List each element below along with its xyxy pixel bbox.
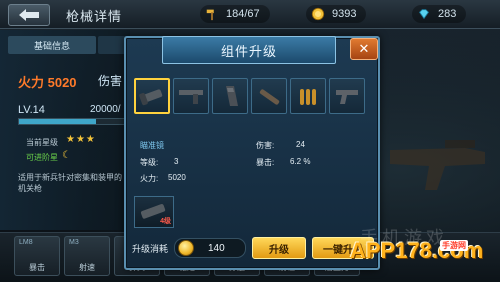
back-arrow-icon — [19, 9, 39, 21]
close-icon: ✕ — [358, 41, 370, 56]
cost-value: 140 — [208, 242, 225, 254]
component-barrel[interactable] — [251, 78, 287, 114]
hammer-resource: 184/67 — [200, 5, 270, 23]
hammer-count: 184/67 — [226, 8, 260, 20]
slot-code: LM8 — [19, 239, 33, 246]
gold-resource: 9393 — [306, 5, 367, 23]
background-gun-image — [390, 140, 485, 190]
slot-2[interactable]: M3 射速 — [64, 236, 110, 276]
crit-label: 暴击: — [256, 158, 275, 167]
component-magazine[interactable] — [212, 78, 248, 114]
slot-code: M3 — [69, 239, 79, 246]
weapon-level: LV.14 — [18, 104, 45, 116]
hammer-icon — [204, 6, 220, 22]
moon-icon: ☾ — [62, 150, 71, 161]
grip-icon — [179, 90, 203, 104]
exp-progress-bar — [18, 118, 130, 125]
gold-coin-icon — [310, 6, 326, 22]
bullets-icon — [300, 89, 316, 105]
firepower-value: 火力 5020 — [18, 75, 77, 90]
component-upgrade-dialog — [124, 36, 380, 270]
magazine-icon — [226, 86, 238, 106]
watermark-site: 手游网 — [440, 240, 468, 251]
component-thumbnail: 4级 — [134, 196, 174, 228]
pistol-icon — [336, 90, 358, 104]
gold-coin-icon — [178, 240, 194, 256]
cost-label: 升级消耗 — [132, 244, 169, 254]
component-name: 瞄准镜 — [140, 141, 164, 150]
slot-label: 射速 — [79, 263, 95, 272]
level-label: 等级: — [140, 158, 159, 167]
component-bullets[interactable] — [290, 78, 326, 114]
star-rating: ★★★ — [66, 134, 96, 145]
damage-label: 伤害: — [256, 141, 275, 150]
diamond-resource: 283 — [412, 5, 467, 23]
exp-progress-fill — [19, 119, 96, 124]
component-pistol[interactable] — [329, 78, 365, 114]
crit-value: 6.2 % — [290, 157, 311, 166]
diamond-icon — [416, 6, 432, 22]
barrel-icon — [259, 89, 280, 105]
back-button[interactable] — [8, 4, 50, 26]
slot-label: 暴击 — [29, 263, 45, 272]
firepower-value: 5020 — [168, 173, 186, 182]
level-badge: 4级 — [160, 218, 171, 225]
dialog-title: 组件升级 — [162, 36, 336, 64]
damage-value: 24 — [296, 140, 305, 149]
upgradable-label: 可进阶星 — [26, 153, 58, 162]
cost-display: 140 — [174, 238, 246, 258]
star-label: 当前星级 — [26, 138, 58, 147]
weapon-description: 适用于新兵针对密集和装甲的机关枪 — [18, 173, 122, 193]
weapon-exp: 20000/ — [90, 104, 121, 115]
upgrade-button[interactable]: 升级 — [252, 237, 306, 259]
component-scope[interactable] — [134, 78, 170, 114]
gold-count: 9393 — [332, 8, 357, 20]
close-button[interactable]: ✕ — [350, 38, 378, 60]
diamond-count: 283 — [438, 8, 457, 20]
tab-basic-info[interactable]: 基础信息 — [8, 36, 96, 54]
component-grip[interactable] — [173, 78, 209, 114]
slot-1[interactable]: LM8 暴击 — [14, 236, 60, 276]
damage-label: 伤害 — [98, 74, 123, 88]
page-title: 枪械详情 — [66, 9, 123, 24]
weapon-info-panel — [0, 30, 130, 230]
firepower-label: 火力: — [140, 174, 159, 183]
level-value: 3 — [174, 157, 179, 166]
scope-icon — [139, 89, 163, 106]
